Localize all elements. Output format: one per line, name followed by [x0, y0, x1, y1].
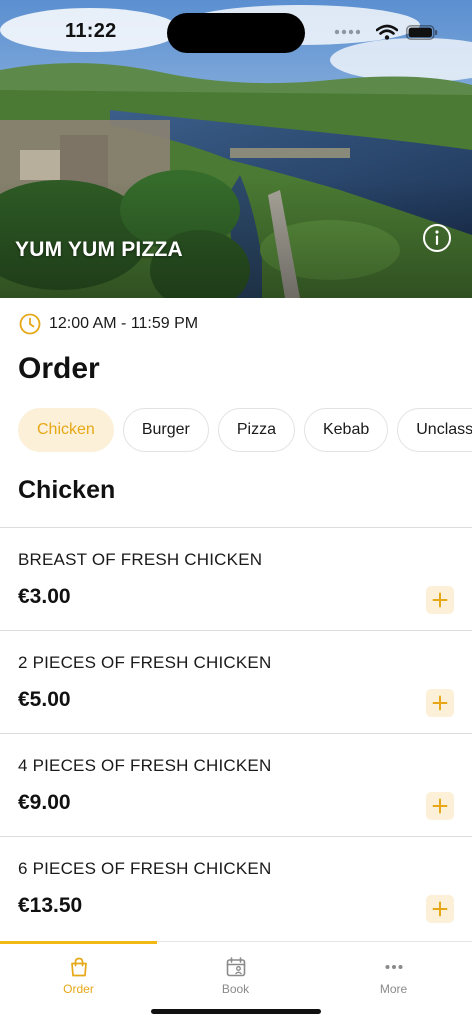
menu-item-price: €5.00 [18, 688, 71, 711]
add-to-cart-button[interactable] [426, 895, 454, 923]
category-chip-chicken[interactable]: Chicken [18, 408, 114, 452]
opening-hours: 12:00 AM - 11:59 PM [19, 313, 198, 335]
tab-book-label: Book [221, 982, 250, 996]
menu-item-name: 4 PIECES OF FRESH CHICKEN [18, 756, 272, 775]
menu-item[interactable]: 4 PIECES OF FRESH CHICKEN €9.00 [0, 734, 472, 837]
hero-banner: 11:22 YUM YUM PIZZA [0, 0, 472, 298]
add-to-cart-button[interactable] [426, 792, 454, 820]
menu-item[interactable]: 2 PIECES OF FRESH CHICKEN €5.00 [0, 631, 472, 734]
plus-icon [432, 901, 448, 917]
status-icons [334, 22, 438, 42]
plus-icon [432, 798, 448, 814]
plus-icon [432, 695, 448, 711]
menu-item[interactable]: BREAST OF FRESH CHICKEN €3.00 [0, 528, 472, 631]
category-chip-burger[interactable]: Burger [122, 408, 209, 452]
menu-item[interactable]: 6 PIECES OF FRESH CHICKEN €13.50 [0, 837, 472, 940]
category-chip-kebab[interactable]: Kebab [303, 408, 389, 452]
wifi-icon [376, 24, 398, 40]
category-chips: Chicken Burger Pizza Kebab Unclassified [18, 408, 472, 452]
menu-item-price: €13.50 [18, 894, 83, 917]
menu-item-name: 6 PIECES OF FRESH CHICKEN [18, 859, 272, 878]
tab-more-label: More [379, 982, 408, 996]
active-tab-indicator [0, 941, 157, 944]
info-icon[interactable] [422, 223, 452, 253]
opening-hours-text: 12:00 AM - 11:59 PM [49, 315, 199, 332]
add-to-cart-button[interactable] [426, 586, 454, 614]
restaurant-name: YUM YUM PIZZA [15, 238, 183, 261]
tab-more[interactable]: More [315, 956, 472, 996]
tab-book[interactable]: Book [157, 956, 314, 996]
battery-icon [406, 24, 438, 40]
status-bar-time: 11:22 [65, 20, 117, 42]
page-title: Order [18, 352, 100, 385]
menu-item-name: BREAST OF FRESH CHICKEN [18, 550, 263, 569]
more-dots-icon [385, 965, 402, 969]
menu-item-name: 2 PIECES OF FRESH CHICKEN [18, 653, 272, 672]
dynamic-island [167, 13, 305, 53]
tab-order-label: Order [63, 982, 94, 996]
category-chip-unclassified[interactable]: Unclassified [397, 408, 472, 452]
signal-dots-icon [334, 29, 361, 35]
tab-order[interactable]: Order [0, 956, 157, 996]
category-chip-pizza[interactable]: Pizza [217, 408, 295, 452]
menu-item-price: €3.00 [18, 585, 71, 608]
section-title: Chicken [18, 476, 116, 504]
clock-icon [19, 313, 41, 335]
home-indicator [151, 1009, 321, 1014]
calendar-user-icon [226, 957, 245, 977]
bag-icon [70, 957, 87, 977]
add-to-cart-button[interactable] [426, 689, 454, 717]
plus-icon [432, 592, 448, 608]
menu-item-list: BREAST OF FRESH CHICKEN €3.00 2 PIECES O… [0, 528, 472, 940]
menu-item-price: €9.00 [18, 791, 71, 814]
